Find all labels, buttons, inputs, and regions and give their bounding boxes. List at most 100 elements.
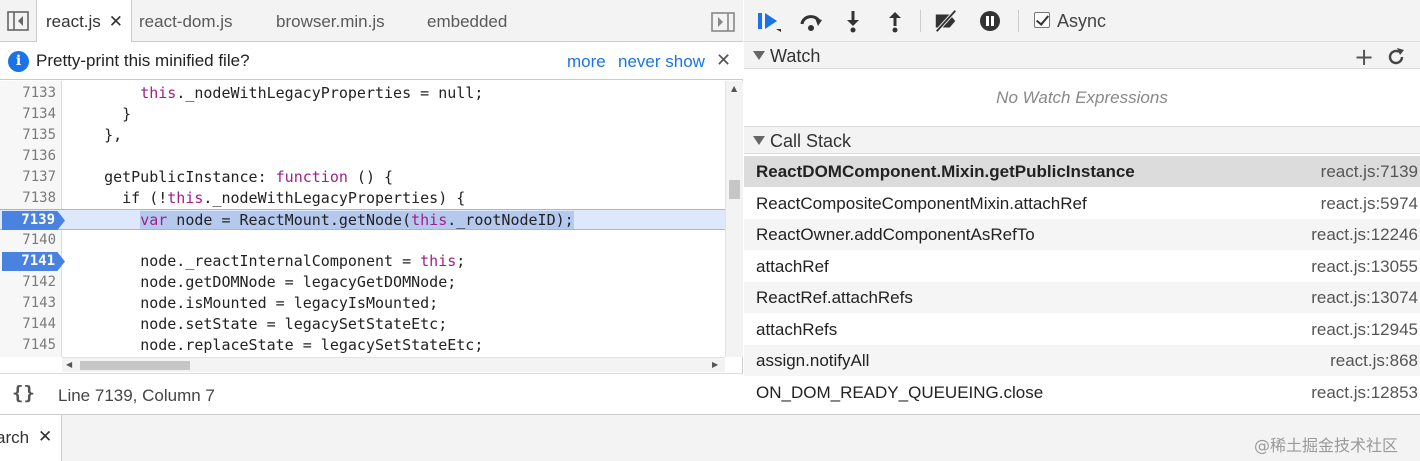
drawer-tab-label: arch [0, 428, 30, 447]
call-frame-location[interactable]: react.js:12945 [1311, 314, 1418, 345]
line-number[interactable]: 7134 [0, 104, 56, 125]
expand-triangle-icon[interactable] [753, 136, 765, 145]
line-number[interactable]: 7146 [0, 356, 56, 357]
scroll-left-icon[interactable]: ◀ [66, 360, 72, 369]
horizontal-scrollbar[interactable]: ◀ ▶ [62, 357, 725, 372]
code-text: node.setState = legacySetStateEtc; [140, 315, 448, 333]
call-frame[interactable]: ON_DOM_READY_QUEUEING.close react.js:1285… [744, 377, 1420, 408]
line-number[interactable]: 7143 [0, 293, 56, 314]
code-text: } [122, 105, 132, 123]
tab-embedded[interactable]: embedded [427, 0, 507, 42]
step-into-icon[interactable] [840, 9, 866, 33]
watermark: @稀土掘金技术社区 [1254, 436, 1399, 455]
keyword: function [275, 168, 348, 186]
vertical-scrollbar[interactable]: ▲ [725, 81, 743, 357]
scrollbar-thumb[interactable] [80, 361, 190, 370]
editor-tab-strip: react.js ✕ react-dom.js browser.min.js em… [0, 0, 743, 43]
call-frame[interactable]: ReactDOMComponent.Mixin.getPublicInstanc… [744, 156, 1420, 187]
line-number[interactable]: 7138 [0, 188, 56, 209]
code-text: this._nodeWithLegacyProperties = null; [140, 84, 484, 102]
call-frame[interactable]: attachRefs react.js:12945 [744, 314, 1420, 345]
scrollbar-thumb[interactable] [729, 180, 740, 199]
line-number[interactable]: 7136 [0, 146, 56, 167]
pause-on-exceptions-icon[interactable] [977, 9, 1003, 33]
refresh-icon[interactable] [1385, 46, 1407, 68]
call-frame-location[interactable]: react.js:12246 [1311, 219, 1418, 250]
step-out-icon[interactable] [882, 9, 908, 33]
code-line[interactable]: 7134 } [0, 104, 725, 125]
line-number[interactable]: 7137 [0, 167, 56, 188]
watch-section-header[interactable]: Watch + [744, 41, 1420, 71]
line-number[interactable]: 7142 [0, 272, 56, 293]
code-line[interactable]: 7137 getPublicInstance: function () { [0, 167, 725, 188]
keyword: this [167, 189, 204, 207]
code-line[interactable]: 7145 node.replaceState = legacySetStateE… [0, 335, 725, 356]
code-line[interactable]: 7135 }, [0, 125, 725, 146]
close-icon[interactable]: ✕ [716, 50, 731, 71]
close-icon[interactable]: ✕ [109, 12, 123, 31]
watch-empty-message: No Watch Expressions [996, 88, 1168, 107]
debugger-sidebar: Async Watch + No Watch Expressions Call … [744, 0, 1420, 414]
call-frame[interactable]: ReactCompositeComponentMixin.attachRef re… [744, 188, 1420, 219]
call-frame[interactable]: ReactOwner.addComponentAsRefTo react.js:1… [744, 219, 1420, 250]
code-editor[interactable]: 7133 this._nodeWithLegacyProperties = nu… [0, 81, 725, 357]
deactivate-breakpoints-icon[interactable] [933, 9, 959, 33]
code-line[interactable]: 7140 [0, 230, 725, 251]
call-frame-function: assign.notifyAll [756, 351, 870, 370]
close-icon[interactable]: ✕ [38, 427, 52, 447]
call-frame-location[interactable]: react.js:7139 [1321, 156, 1418, 187]
call-frame-location[interactable]: react.js:12853 [1311, 377, 1418, 408]
call-frame-function: ReactOwner.addComponentAsRefTo [756, 225, 1035, 244]
panel-toggle-icon[interactable] [6, 10, 30, 32]
call-frame[interactable]: attachRef react.js:13055 [744, 251, 1420, 282]
step-over-icon[interactable] [798, 9, 824, 33]
code-text: node.replaceState = legacySetStateEtc; [140, 336, 484, 354]
code-text: node._reactInternalComponent = this; [140, 252, 466, 270]
panel-toggle-icon[interactable] [710, 11, 736, 33]
never-show-link[interactable]: never show [618, 52, 705, 72]
tab-react-dom-js[interactable]: react-dom.js [139, 0, 233, 42]
expand-triangle-icon[interactable] [753, 51, 765, 60]
call-stack-section-header[interactable]: Call Stack [744, 126, 1420, 154]
call-frame-location[interactable]: react.js:13074 [1311, 282, 1418, 313]
code-line[interactable]: 7142 node.getDOMNode = legacyGetDOMNode; [0, 272, 725, 293]
call-frame[interactable]: ReactRef.attachRefs react.js:13074 [744, 282, 1420, 313]
call-frame-function: ReactDOMComponent.Mixin.getPublicInstanc… [756, 162, 1135, 181]
line-number[interactable]: 7140 [0, 230, 56, 251]
code-line[interactable]: 7141 node._reactInternalComponent = this… [0, 251, 725, 272]
tab-browser-min-js[interactable]: browser.min.js [276, 0, 385, 42]
selected-text: var node = ReactMount.getNode(this._root… [140, 211, 574, 229]
call-frame[interactable]: assign.notifyAll react.js:868 [744, 345, 1420, 376]
pretty-print-icon[interactable]: {} [12, 382, 35, 404]
tab-react-js[interactable]: react.js ✕ [36, 0, 132, 43]
keyword: var [140, 211, 168, 229]
line-number[interactable]: 7144 [0, 314, 56, 335]
code-line[interactable]: 7133 this._nodeWithLegacyProperties = nu… [0, 83, 725, 104]
scroll-right-icon[interactable]: ▶ [712, 360, 718, 369]
code-line[interactable]: 7138 if (!this._nodeWithLegacyProperties… [0, 188, 725, 209]
sources-editor-pane: react.js ✕ react-dom.js browser.min.js em… [0, 0, 743, 414]
line-number[interactable]: 7133 [0, 83, 56, 104]
more-link[interactable]: more [567, 52, 606, 72]
async-checkbox[interactable] [1034, 12, 1050, 28]
line-number[interactable]: 7135 [0, 125, 56, 146]
add-icon[interactable]: + [1354, 43, 1374, 71]
breakpoint-marker[interactable]: 7141 [2, 252, 65, 271]
scroll-up-icon[interactable]: ▲ [731, 84, 737, 93]
infobar-message: Pretty-print this minified file? [36, 51, 250, 70]
call-frame-location[interactable]: react.js:13055 [1311, 251, 1418, 282]
code-line[interactable]: 7143 node.isMounted = legacyIsMounted; [0, 293, 725, 314]
resume-icon[interactable] [756, 9, 782, 33]
call-stack-title: Call Stack [770, 131, 852, 151]
code-line[interactable]: 7139 var node = ReactMount.getNode(this.… [0, 209, 725, 230]
call-frame-function: ON_DOM_READY_QUEUEING.close [756, 382, 1044, 402]
line-number[interactable]: 7145 [0, 335, 56, 356]
code-text: node.getDOMNode = legacyGetDOMNode; [140, 273, 457, 291]
breakpoint-marker[interactable]: 7139 [2, 211, 65, 230]
code-line[interactable]: 7144 node.setState = legacySetStateEtc; [0, 314, 725, 335]
call-frame-location[interactable]: react.js:868 [1330, 345, 1418, 376]
call-frame-location[interactable]: react.js:5974 [1321, 188, 1418, 219]
drawer-tab-search[interactable]: arch ✕ [0, 415, 62, 461]
editor-status-bar: {} Line 7139, Column 7 [0, 373, 743, 414]
code-line[interactable]: 7136 [0, 146, 725, 167]
